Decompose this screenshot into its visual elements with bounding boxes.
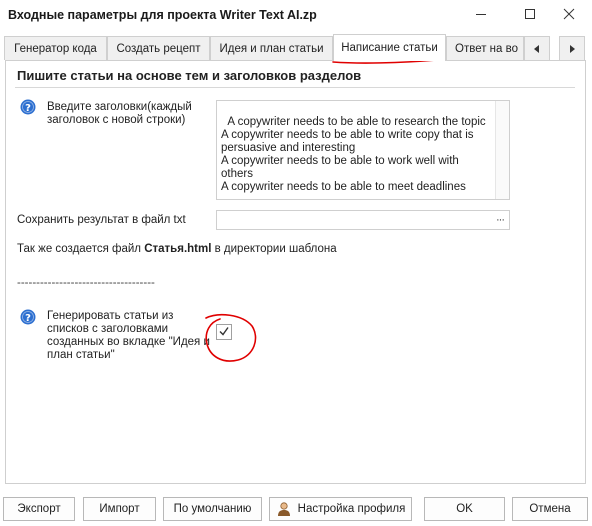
- profile-settings-label: Настройка профиля: [297, 503, 406, 515]
- tab-answer[interactable]: Ответ на во: [446, 36, 524, 60]
- help-icon[interactable]: ?: [20, 99, 36, 115]
- tab-scroll-left[interactable]: [524, 36, 550, 60]
- note-suffix: в директории шаблона: [211, 243, 337, 255]
- close-button[interactable]: [546, 0, 592, 30]
- textarea-scrollbar[interactable]: [495, 101, 509, 199]
- generate-label: Генерировать статьи из списков с заголов…: [47, 310, 210, 361]
- panel-header: Пишите статьи на основе тем и заголовков…: [17, 68, 362, 83]
- headings-textarea[interactable]: A copywriter needs to be able to researc…: [216, 100, 510, 200]
- title-bar: Входные параметры для проекта Writer Tex…: [0, 0, 592, 32]
- window-title: Входные параметры для проекта Writer Tex…: [8, 8, 317, 22]
- tab-create-recipe[interactable]: Создать рецепт: [107, 36, 210, 60]
- tab-code-generator[interactable]: Генератор кода: [4, 36, 107, 60]
- header-divider: [15, 87, 575, 88]
- chevron-left-icon: [533, 42, 541, 56]
- save-file-label: Сохранить результат в файл txt: [17, 214, 186, 226]
- tab-idea-plan[interactable]: Идея и план статьи: [210, 36, 333, 60]
- tab-article-writing[interactable]: Написание статьи: [333, 34, 446, 61]
- dashed-separator: ------------------------------------: [17, 277, 155, 289]
- save-file-input[interactable]: ···: [216, 210, 510, 230]
- defaults-button[interactable]: По умолчанию: [163, 497, 262, 521]
- close-icon: [563, 8, 575, 23]
- profile-settings-button[interactable]: Настройка профиля: [269, 497, 412, 521]
- cancel-button[interactable]: Отмена: [512, 497, 588, 521]
- generate-checkbox[interactable]: [216, 324, 232, 340]
- note-text: Так же создается файл Статья.html в дире…: [17, 243, 337, 256]
- user-icon: [276, 501, 292, 517]
- headings-label: Введите заголовки(каждый заголовок с нов…: [47, 101, 192, 126]
- note-prefix: Так же создается файл: [17, 243, 145, 255]
- export-button[interactable]: Экспорт: [3, 497, 75, 521]
- maximize-icon: [524, 8, 536, 23]
- tab-bar: Генератор кода Создать рецепт Идея и пла…: [0, 33, 592, 61]
- browse-button[interactable]: ···: [491, 211, 509, 229]
- svg-text:?: ?: [25, 313, 31, 324]
- svg-text:?: ?: [25, 103, 31, 114]
- help-icon[interactable]: ?: [20, 309, 36, 325]
- tab-scroll-right[interactable]: [559, 36, 585, 60]
- chevron-right-icon: [568, 42, 576, 56]
- ok-button[interactable]: OK: [424, 497, 505, 521]
- headings-text: A copywriter needs to be able to researc…: [221, 116, 486, 193]
- minimize-icon: [475, 8, 487, 23]
- checkmark-icon: [218, 325, 230, 340]
- import-button[interactable]: Импорт: [83, 497, 156, 521]
- minimize-button[interactable]: [458, 0, 504, 30]
- ellipsis-icon: ···: [496, 214, 505, 226]
- note-filename: Статья.html: [144, 243, 212, 255]
